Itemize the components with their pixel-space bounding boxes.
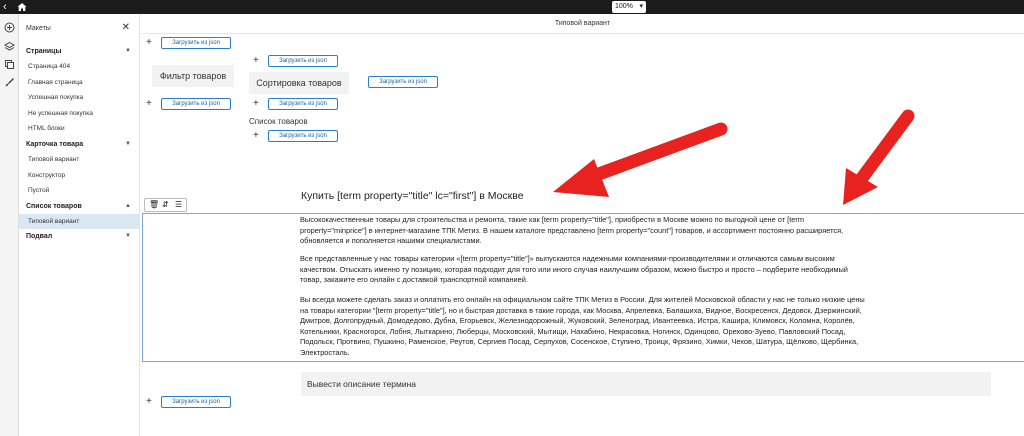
load-json-button[interactable]: Загрузить из json xyxy=(268,55,338,67)
zoom-value: 100% xyxy=(615,3,633,10)
move-icon[interactable]: ⇵ xyxy=(162,199,169,211)
sidebar-item-typical-active[interactable]: Типовой вариант xyxy=(19,213,140,230)
sidebar-title: Макеты xyxy=(26,25,51,32)
brush-icon[interactable] xyxy=(4,77,15,88)
page-title: Типовой вариант xyxy=(141,14,1024,34)
tool-rail xyxy=(0,14,19,436)
section-label: Карточка товара xyxy=(26,140,84,148)
section-label: Подвал xyxy=(26,233,53,241)
section-product-card[interactable]: Карточка товара ▼ xyxy=(19,137,140,152)
sidebar-item-constructor[interactable]: Конструктор xyxy=(19,168,140,184)
load-json-button[interactable]: Загрузить из json xyxy=(161,37,231,49)
load-json-button[interactable]: Загрузить из json xyxy=(161,98,231,110)
section-label: Список товаров xyxy=(26,202,82,210)
load-json-button[interactable]: Загрузить из json xyxy=(268,130,338,142)
add-block-button[interactable]: + xyxy=(146,99,152,109)
chevron-down-icon: ▾ xyxy=(639,3,643,10)
zoom-select[interactable]: 100% ▾ xyxy=(612,1,646,13)
layout-editor: Типовой вариант + Загрузить из json + За… xyxy=(141,14,1024,436)
page-heading[interactable]: Купить [term property="title" lc="first"… xyxy=(301,190,524,202)
caret-down-icon: ▼ xyxy=(125,233,131,240)
layouts-sidebar: Макеты ✕ Страницы ▼ Страница 404 Главная… xyxy=(19,14,140,436)
section-footer[interactable]: Подвал ▼ xyxy=(19,229,140,244)
trash-icon[interactable]: 🗑 xyxy=(149,199,159,211)
add-block-button[interactable]: + xyxy=(146,38,152,48)
product-list-label: Список товаров xyxy=(249,117,308,126)
description-paragraph: Высококачественные товары для строительс… xyxy=(300,215,844,245)
section-label: Страницы xyxy=(26,48,62,55)
section-pages[interactable]: Страницы ▼ xyxy=(19,44,140,59)
copy-icon[interactable] xyxy=(4,59,15,70)
load-json-button[interactable]: Загрузить из json xyxy=(161,396,231,408)
description-paragraph: Все представленные у нас товары категори… xyxy=(300,254,848,284)
load-json-button[interactable]: Загрузить из json xyxy=(368,76,438,88)
sidebar-item-empty[interactable]: Пустой xyxy=(19,183,140,199)
close-icon[interactable]: ✕ xyxy=(122,22,130,33)
add-block-button[interactable]: + xyxy=(146,397,152,407)
block-toolbar: 🗑 ⇵ ☰ xyxy=(144,198,187,212)
sidebar-item-404[interactable]: Страница 404 xyxy=(19,59,140,75)
section-product-list[interactable]: Список товаров ▲ xyxy=(19,199,140,214)
sidebar-item-typical[interactable]: Типовой вариант xyxy=(19,152,140,168)
sort-block[interactable]: Сортировка товаров xyxy=(249,72,349,94)
add-block-button[interactable]: + xyxy=(253,99,259,109)
menu-icon[interactable]: ☰ xyxy=(175,199,182,211)
sidebar-item-failure[interactable]: Не успешная покупка xyxy=(19,106,140,122)
caret-up-icon: ▲ xyxy=(125,202,131,209)
chevron-left-icon[interactable]: ‹ xyxy=(3,0,7,14)
caret-down-icon: ▼ xyxy=(125,140,131,147)
caret-down-icon: ▼ xyxy=(125,48,131,54)
sidebar-item-home-page[interactable]: Главная страница xyxy=(19,75,140,91)
add-icon[interactable] xyxy=(4,22,15,33)
home-icon[interactable] xyxy=(17,2,27,12)
sidebar-tree: Страницы ▼ Страница 404 Главная страница… xyxy=(19,44,140,244)
load-json-button[interactable]: Загрузить из json xyxy=(268,98,338,110)
term-description-block[interactable]: Вывести описание термина xyxy=(301,372,991,396)
description-paragraph: Вы всегда можете сделать заказ и оплатит… xyxy=(300,295,865,357)
add-block-button[interactable]: + xyxy=(253,56,259,66)
sidebar-item-success[interactable]: Успешная покупка xyxy=(19,90,140,106)
layers-icon[interactable] xyxy=(4,41,15,52)
filter-block[interactable]: Фильтр товаров xyxy=(152,65,234,87)
sidebar-item-html-blocks[interactable]: HTML блоки xyxy=(19,121,140,137)
top-bar: ‹ 100% ▾ xyxy=(0,0,1024,14)
add-block-button[interactable]: + xyxy=(253,131,259,141)
